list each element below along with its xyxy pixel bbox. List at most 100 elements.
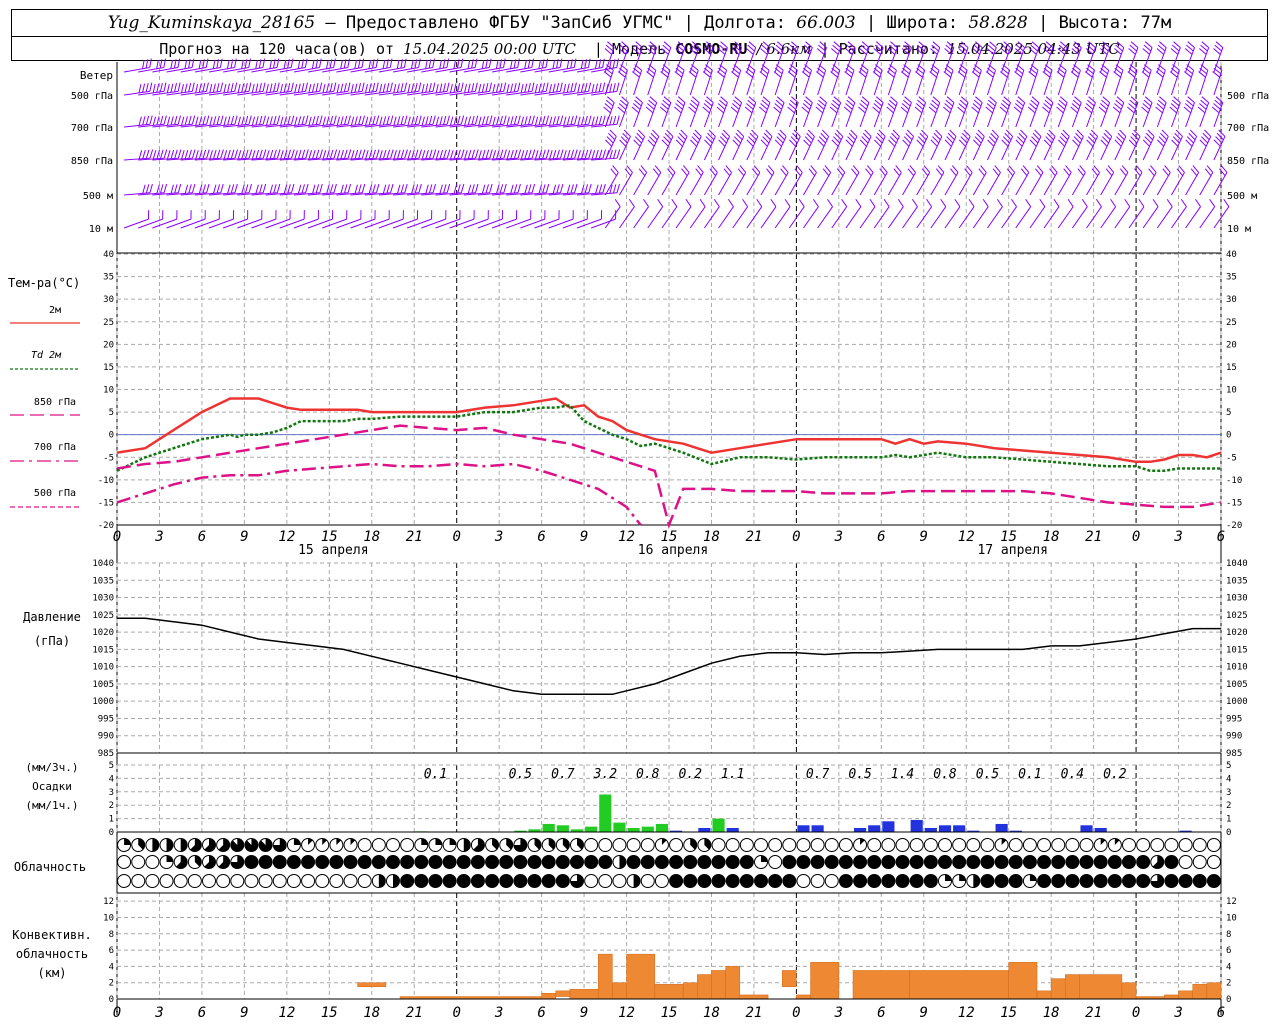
cloud-cover-icon — [938, 838, 952, 852]
wind-barb-850hpa — [481, 149, 486, 159]
cloud-cover-icon — [1051, 855, 1065, 869]
convective-bar — [626, 953, 656, 1000]
cloud-cover-icon — [315, 855, 329, 869]
cloud-cover-icon — [867, 874, 881, 888]
wind-barb-500m — [595, 184, 599, 194]
wind-barb-700hpa — [647, 102, 658, 128]
wind-barb-10m — [1029, 206, 1046, 229]
wind-barb-500hpa — [559, 82, 563, 92]
x-tick-label-bottom: 18 — [1043, 1005, 1060, 1021]
x-tick-label-bottom: 15 — [321, 1005, 338, 1021]
precip-3h-total: 0.5 — [509, 767, 533, 782]
wind-barb-top — [474, 58, 478, 68]
wind-barb-500m — [269, 184, 274, 194]
wind-barb-700hpa — [972, 102, 983, 128]
y-tick-label-left: 30 — [103, 295, 114, 305]
wind-barb-500m — [255, 184, 259, 194]
wind-barb-10m — [1053, 198, 1060, 207]
wind-barb-500hpa — [552, 83, 556, 93]
wind-barb-top — [248, 58, 251, 68]
wind-barb-500hpa — [495, 83, 499, 93]
wind-barb-850hpa — [216, 149, 221, 159]
wind-barb-top — [548, 66, 575, 73]
wind-barb-700hpa — [241, 116, 245, 126]
wind-barb-500hpa — [279, 90, 306, 96]
wind-barb-500hpa — [556, 83, 560, 92]
wind-barb-top — [463, 66, 490, 73]
cloud-cover-icon — [839, 874, 853, 888]
precip-3h-total: 1.4 — [891, 767, 914, 782]
wind-barb-700hpa — [443, 115, 447, 125]
wind-barb-500hpa — [538, 83, 542, 93]
wind-barb-500hpa — [446, 82, 450, 92]
wind-barb-700hpa — [191, 115, 196, 125]
cloud-cover-icon — [669, 838, 684, 852]
wind-barb-700hpa — [305, 115, 309, 125]
y-tick-label-right: 3 — [1226, 788, 1231, 798]
wind-barb-500hpa — [326, 83, 330, 93]
cloud-cover-icon — [867, 855, 881, 869]
wind-barb-500m — [177, 183, 182, 193]
wind-barb-700hpa — [584, 115, 588, 125]
wind-barb-top — [198, 59, 202, 69]
wind-barb-500m — [1001, 172, 1016, 196]
cloud-cover-icon — [810, 838, 825, 852]
wind-barb-500m — [647, 172, 662, 196]
wind-barb-500m — [291, 183, 295, 193]
y-tick-label-right: 12 — [1226, 897, 1237, 907]
wind-barb-850hpa — [450, 150, 454, 160]
wind-barb-850hpa — [559, 149, 564, 159]
convective-bar — [1164, 994, 1179, 1000]
wind-barb-850hpa — [489, 149, 493, 159]
wind-barb-top — [566, 59, 570, 69]
wind-barb-500m — [1142, 172, 1157, 196]
wind-barb-10m — [841, 198, 848, 207]
wind-barb-500hpa — [400, 83, 404, 92]
wind-barb-10m — [972, 206, 989, 229]
cloud-cover-icon — [357, 874, 372, 888]
y-tick-label-right: 5 — [1226, 408, 1231, 418]
wind-barb-500m — [283, 184, 288, 194]
y-tick-label-right: 1035 — [1226, 576, 1248, 586]
cloud-cover-icon — [725, 838, 740, 852]
wind-barb-top — [226, 59, 230, 69]
cloud-cover-icon — [1009, 855, 1023, 869]
wind-barb-10m — [1114, 206, 1131, 229]
wind-barb-700hpa — [379, 116, 383, 126]
wind-barb-850hpa — [294, 150, 298, 160]
wind-barb-700hpa — [817, 102, 827, 128]
x-tick-label-bottom: 6 — [198, 1005, 206, 1021]
wind-barb-700hpa — [689, 102, 700, 128]
wind-barb-top — [517, 58, 520, 68]
wind-barb-850hpa — [517, 149, 522, 159]
precip-3h-total: 0.7 — [806, 767, 830, 782]
cloud-cover-icon — [393, 874, 400, 888]
cloud-cover-icon — [378, 874, 386, 888]
cloud-cover-icon — [273, 855, 287, 869]
wind-barb-10m — [944, 206, 961, 229]
cloud-cover-icon — [838, 838, 853, 852]
wind-barb-500hpa — [322, 90, 349, 96]
wind-barb-500hpa — [439, 83, 443, 93]
wind-barb-700hpa — [552, 116, 556, 126]
precip-3h-total: 0.8 — [636, 767, 660, 782]
wind-barb-top — [166, 66, 193, 73]
cloud-cover-icon — [853, 874, 867, 888]
wind-barb-500hpa — [576, 90, 603, 96]
wind-barb-500hpa — [503, 82, 507, 92]
wind-barb-850hpa — [432, 149, 437, 159]
x-tick-label-bottom: 9 — [580, 1005, 588, 1021]
cloud-cover-icon — [1108, 855, 1122, 869]
wind-barb-850hpa — [414, 149, 419, 159]
wind-barb-700hpa — [209, 116, 213, 126]
wind-barb-700hpa — [156, 116, 160, 126]
wind-barb-500hpa — [392, 90, 419, 96]
wind-barb-700hpa — [464, 116, 468, 126]
wind-barb-850hpa — [365, 150, 369, 160]
y-tick-label-left: 0 — [109, 431, 114, 441]
cloud-cover-icon — [959, 874, 966, 881]
wind-barb-500hpa — [336, 90, 363, 96]
wind-barb-850hpa — [492, 150, 497, 160]
y-tick-label-left: 1010 — [92, 663, 114, 673]
cloud-cover-icon — [980, 855, 994, 869]
